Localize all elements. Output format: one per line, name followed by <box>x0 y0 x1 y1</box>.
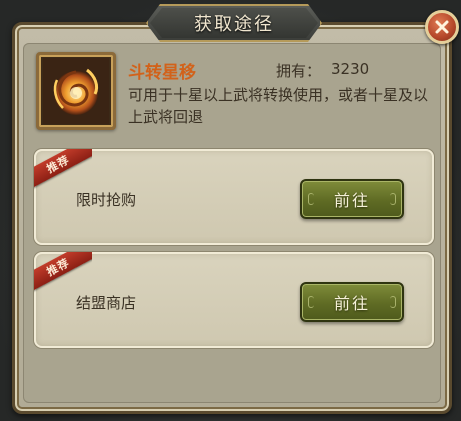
owned-count-value: 3230 <box>331 60 370 78</box>
source-label: 结盟商店 <box>76 294 137 312</box>
recommended-ribbon: 推荐 <box>34 149 92 191</box>
source-card-limited-sale: 推荐 限时抢购 前往 <box>34 149 434 245</box>
recommended-badge: 推荐 <box>44 153 72 176</box>
swirl-emblem-icon <box>43 58 109 124</box>
source-card-alliance-shop: 推荐 结盟商店 前往 <box>34 252 434 348</box>
recommended-ribbon: 推荐 <box>34 252 92 294</box>
dialog-title: 获取途径 <box>194 14 274 35</box>
source-label: 限时抢购 <box>76 191 137 209</box>
go-button-label: 前往 <box>333 191 370 210</box>
item-icon-frame <box>36 52 116 130</box>
close-icon <box>435 20 449 34</box>
game-screen: 获取途径 斗转星移 拥有： 3230 可用于十星以上武将转换使用，或者十星及以上… <box>0 0 461 421</box>
item-description: 可用于十星以上武将转换使用，或者十星及以上武将回退 <box>128 86 429 126</box>
recommended-badge: 推荐 <box>44 256 72 279</box>
go-button-limited-sale[interactable]: 前往 <box>300 179 404 219</box>
go-button-label: 前往 <box>333 294 370 313</box>
dialog-title-banner: 获取途径 <box>146 4 322 42</box>
go-button-alliance-shop[interactable]: 前往 <box>300 282 404 322</box>
close-button[interactable] <box>425 10 459 44</box>
item-name: 斗转星移 <box>128 63 196 83</box>
owned-count-label: 拥有： <box>276 62 322 80</box>
